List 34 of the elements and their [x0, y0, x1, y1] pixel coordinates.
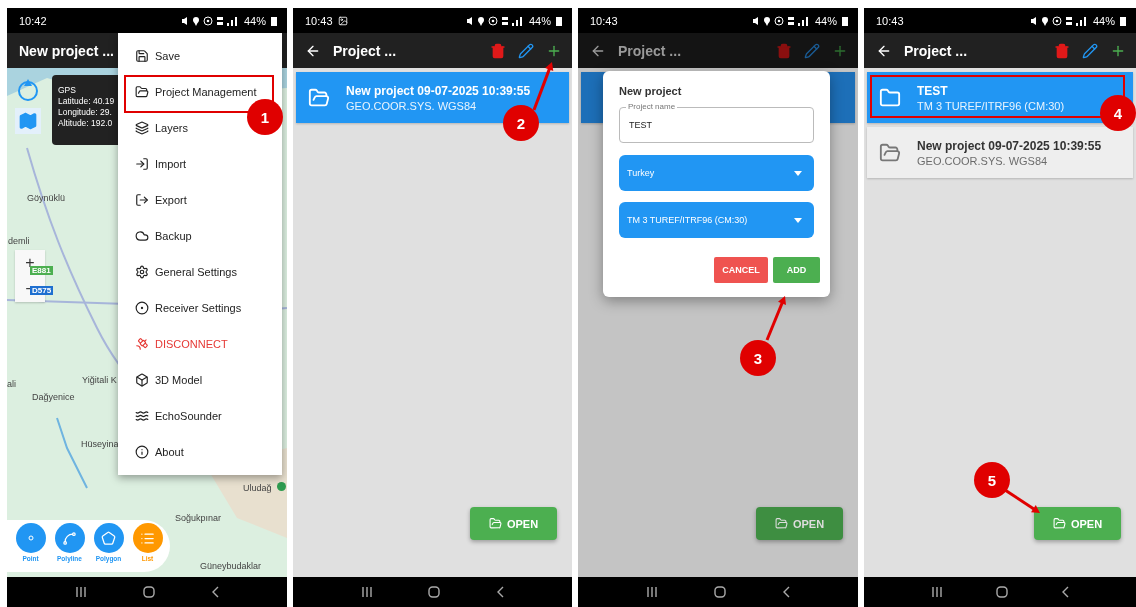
coordinate-system: GEO.COOR.SYS. WGS84	[346, 99, 478, 112]
status-time: 10:42	[19, 14, 47, 27]
coordinate-system: GEO.COOR.SYS. WGS84	[917, 154, 1049, 167]
status-time: 10:43	[305, 14, 333, 27]
battery-percent: 44%	[1092, 14, 1115, 27]
screen-title: Project ...	[904, 42, 968, 59]
battery-percent: 44%	[814, 14, 837, 27]
project-name: New project 09-07-2025 10:39:55	[346, 83, 531, 98]
map-place-label: Yiğitali K	[82, 375, 117, 385]
map-place-label: Göynüklü	[27, 193, 66, 203]
battery-percent: 44%	[243, 14, 266, 27]
screen-title: Project ...	[333, 42, 397, 59]
status-time: 10:43	[876, 14, 904, 27]
road-badge: D575	[30, 286, 54, 295]
project-name: TEST	[917, 83, 949, 98]
battery-percent: 44%	[528, 14, 551, 27]
gps-reading: Altitude: 192.0	[58, 118, 114, 128]
project-name: New project 09-07-2025 10:39:55	[917, 138, 1102, 153]
gps-reading: Longitude: 29.	[58, 107, 113, 117]
road-badge: E881	[30, 266, 53, 275]
screen-title: New project ...	[19, 42, 114, 59]
gps-title: GPS	[58, 85, 77, 95]
map-place-label: Güneybudaklar	[200, 561, 262, 571]
dialog-title: New project	[619, 85, 683, 97]
map-place-label: Dağyenice	[32, 392, 75, 402]
map-place-label: Uludağ	[243, 483, 272, 493]
map-place-label: demli	[8, 236, 30, 246]
gps-reading: Latitude: 40.19	[58, 96, 116, 106]
screen-title: Project ...	[618, 42, 682, 59]
status-time: 10:43	[590, 14, 618, 27]
coordinate-system: TM 3 TUREF/ITRF96 (CM:30)	[917, 99, 1065, 112]
map-place-label: Hüseyina	[81, 439, 119, 449]
map-place-label: ali	[7, 379, 16, 389]
map-place-label: Soğukpınar	[175, 513, 222, 523]
